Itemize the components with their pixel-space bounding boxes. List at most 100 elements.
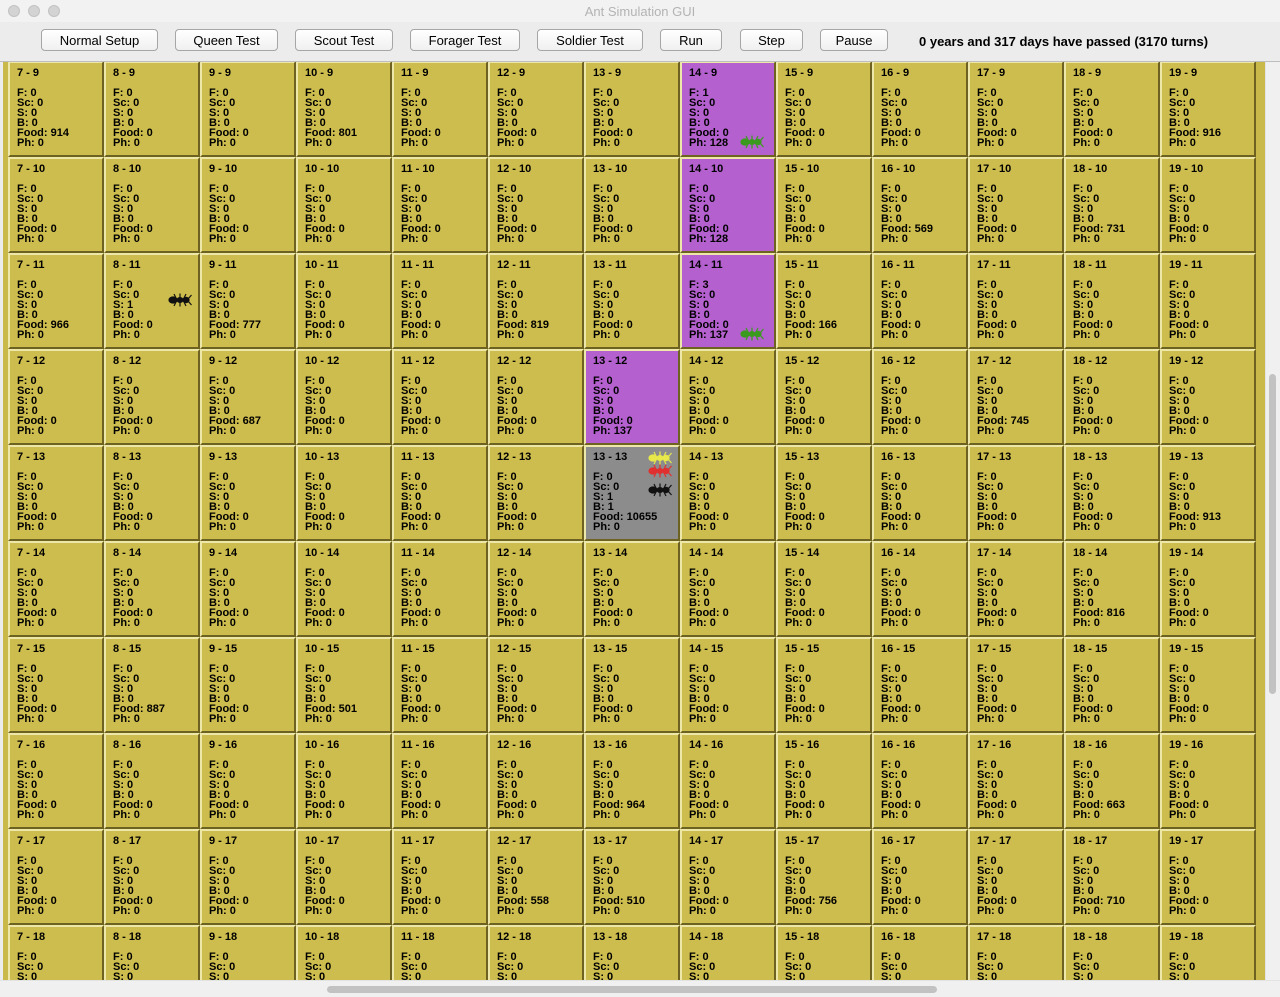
horizontal-scrollbar[interactable] [0,980,1280,997]
grid-cell[interactable]: 14 - 16 F: 0 Sc: 0 S: 0 B: 0 Food: 0 Ph: 0 [680,733,776,829]
grid-cell[interactable]: 12 - 12 F: 0 Sc: 0 S: 0 B: 0 Food: 0 Ph: 0 [488,349,584,445]
horizontal-scroll-thumb[interactable] [327,986,937,993]
grid-cell[interactable]: 10 - 15 F: 0 Sc: 0 S: 0 B: 0 Food: 501 Ph: 0 [296,637,392,733]
grid-cell[interactable]: 8 - 15 F: 0 Sc: 0 S: 0 B: 0 Food: 887 Ph: 0 [104,637,200,733]
grid-cell[interactable]: 11 - 9 F: 0 Sc: 0 S: 0 B: 0 Food: 0 Ph: 0 [392,62,488,157]
grid-cell[interactable]: 12 - 11 F: 0 Sc: 0 S: 0 B: 0 Food: 819 Ph: 0 [488,253,584,349]
grid-cell[interactable]: 9 - 11 F: 0 Sc: 0 S: 0 B: 0 Food: 777 Ph: 0 [200,253,296,349]
colony-grid[interactable]: 7 - 9 F: 0 Sc: 0 S: 0 B: 0 Food: 914 Ph: 08 - … [0,62,1265,980]
grid-cell[interactable]: 11 - 12 F: 0 Sc: 0 S: 0 B: 0 Food: 0 Ph: 0 [392,349,488,445]
grid-cell[interactable]: 14 - 18 F: 0 Sc: 0 S: 0 [680,925,776,980]
grid-cell[interactable]: 7 - 14 F: 0 Sc: 0 S: 0 B: 0 Food: 0 Ph: 0 [8,541,104,637]
grid-cell[interactable]: 16 - 10 F: 0 Sc: 0 S: 0 B: 0 Food: 569 Ph: 0 [872,157,968,253]
grid-cell[interactable]: 7 - 15 F: 0 Sc: 0 S: 0 B: 0 Food: 0 Ph: 0 [8,637,104,733]
grid-cell[interactable]: 8 - 13 F: 0 Sc: 0 S: 0 B: 0 Food: 0 Ph: 0 [104,445,200,541]
grid-cell[interactable]: 13 - 14 F: 0 Sc: 0 S: 0 B: 0 Food: 0 Ph: 0 [584,541,680,637]
grid-cell[interactable]: 9 - 15 F: 0 Sc: 0 S: 0 B: 0 Food: 0 Ph: 0 [200,637,296,733]
grid-cell[interactable]: 19 - 16 F: 0 Sc: 0 S: 0 B: 0 Food: 0 Ph: 0 [1160,733,1256,829]
grid-cell[interactable]: 8 - 16 F: 0 Sc: 0 S: 0 B: 0 Food: 0 Ph: 0 [104,733,200,829]
grid-cell[interactable]: 14 - 10 F: 0 Sc: 0 S: 0 B: 0 Food: 0 Ph: 128 [680,157,776,253]
grid-cell[interactable]: 14 - 9 F: 1 Sc: 0 S: 0 B: 0 Food: 0 Ph: 128 [680,62,776,157]
grid-cell[interactable]: 16 - 11 F: 0 Sc: 0 S: 0 B: 0 Food: 0 Ph: 0 [872,253,968,349]
grid-cell[interactable]: 17 - 12 F: 0 Sc: 0 S: 0 B: 0 Food: 745 Ph: 0 [968,349,1064,445]
grid-cell[interactable]: 16 - 16 F: 0 Sc: 0 S: 0 B: 0 Food: 0 Ph: 0 [872,733,968,829]
grid-cell[interactable]: 18 - 13 F: 0 Sc: 0 S: 0 B: 0 Food: 0 Ph: 0 [1064,445,1160,541]
grid-cell[interactable]: 13 - 15 F: 0 Sc: 0 S: 0 B: 0 Food: 0 Ph: 0 [584,637,680,733]
grid-cell[interactable]: 9 - 12 F: 0 Sc: 0 S: 0 B: 0 Food: 687 Ph: 0 [200,349,296,445]
grid-cell[interactable]: 17 - 13 F: 0 Sc: 0 S: 0 B: 0 Food: 0 Ph: 0 [968,445,1064,541]
grid-cell[interactable]: 19 - 15 F: 0 Sc: 0 S: 0 B: 0 Food: 0 Ph: 0 [1160,637,1256,733]
forager-test-button[interactable]: Forager Test [410,29,520,51]
step-button[interactable]: Step [740,29,803,51]
vertical-scrollbar[interactable] [1265,62,1280,980]
grid-cell[interactable]: 16 - 9 F: 0 Sc: 0 S: 0 B: 0 Food: 0 Ph: 0 [872,62,968,157]
grid-cell[interactable]: 8 - 18 F: 0 Sc: 0 S: 0 [104,925,200,980]
grid-cell[interactable]: 9 - 9 F: 0 Sc: 0 S: 0 B: 0 Food: 0 Ph: 0 [200,62,296,157]
grid-cell[interactable]: 8 - 12 F: 0 Sc: 0 S: 0 B: 0 Food: 0 Ph: 0 [104,349,200,445]
grid-cell[interactable]: 8 - 17 F: 0 Sc: 0 S: 0 B: 0 Food: 0 Ph: 0 [104,829,200,925]
scout-test-button[interactable]: Scout Test [295,29,393,51]
grid-cell[interactable]: 16 - 18 F: 0 Sc: 0 S: 0 [872,925,968,980]
grid-cell[interactable]: 16 - 17 F: 0 Sc: 0 S: 0 B: 0 Food: 0 Ph: 0 [872,829,968,925]
grid-cell[interactable]: 12 - 18 F: 0 Sc: 0 S: 0 [488,925,584,980]
grid-cell[interactable]: 15 - 9 F: 0 Sc: 0 S: 0 B: 0 Food: 0 Ph: 0 [776,62,872,157]
grid-cell[interactable]: 19 - 18 F: 0 Sc: 0 S: 0 [1160,925,1256,980]
queen-test-button[interactable]: Queen Test [175,29,278,51]
grid-cell[interactable]: 10 - 9 F: 0 Sc: 0 S: 0 B: 0 Food: 801 Ph: 0 [296,62,392,157]
grid-cell[interactable]: 11 - 11 F: 0 Sc: 0 S: 0 B: 0 Food: 0 Ph: 0 [392,253,488,349]
grid-cell[interactable]: 13 - 16 F: 0 Sc: 0 S: 0 B: 0 Food: 964 Ph: 0 [584,733,680,829]
grid-cell[interactable]: 15 - 16 F: 0 Sc: 0 S: 0 B: 0 Food: 0 Ph: 0 [776,733,872,829]
grid-cell[interactable]: 7 - 10 F: 0 Sc: 0 S: 0 B: 0 Food: 0 Ph: 0 [8,157,104,253]
soldier-test-button[interactable]: Soldier Test [537,29,643,51]
grid-cell[interactable]: 8 - 11 F: 0 Sc: 0 S: 1 B: 0 Food: 0 Ph: 0 [104,253,200,349]
grid-cell[interactable]: 15 - 14 F: 0 Sc: 0 S: 0 B: 0 Food: 0 Ph: 0 [776,541,872,637]
grid-cell[interactable]: 14 - 11 F: 3 Sc: 0 S: 0 B: 0 Food: 0 Ph: 137 [680,253,776,349]
grid-cell[interactable]: 7 - 17 F: 0 Sc: 0 S: 0 B: 0 Food: 0 Ph: 0 [8,829,104,925]
grid-cell[interactable]: 14 - 13 F: 0 Sc: 0 S: 0 B: 0 Food: 0 Ph: 0 [680,445,776,541]
grid-cell[interactable]: 19 - 17 F: 0 Sc: 0 S: 0 B: 0 Food: 0 Ph: 0 [1160,829,1256,925]
grid-cell[interactable]: 18 - 10 F: 0 Sc: 0 S: 0 B: 0 Food: 731 Ph: 0 [1064,157,1160,253]
normal-setup-button[interactable]: Normal Setup [41,29,158,51]
grid-cell[interactable]: 18 - 11 F: 0 Sc: 0 S: 0 B: 0 Food: 0 Ph: 0 [1064,253,1160,349]
vertical-scroll-thumb[interactable] [1269,374,1276,694]
grid-cell[interactable]: 16 - 15 F: 0 Sc: 0 S: 0 B: 0 Food: 0 Ph: 0 [872,637,968,733]
pause-button[interactable]: Pause [820,29,888,51]
grid-cell[interactable]: 7 - 18 F: 0 Sc: 0 S: 0 [8,925,104,980]
grid-cell[interactable]: 9 - 18 F: 0 Sc: 0 S: 0 [200,925,296,980]
grid-cell[interactable]: 8 - 14 F: 0 Sc: 0 S: 0 B: 0 Food: 0 Ph: 0 [104,541,200,637]
grid-cell[interactable]: 10 - 10 F: 0 Sc: 0 S: 0 B: 0 Food: 0 Ph: 0 [296,157,392,253]
grid-cell[interactable]: 13 - 9 F: 0 Sc: 0 S: 0 B: 0 Food: 0 Ph: 0 [584,62,680,157]
grid-cell[interactable]: 15 - 18 F: 0 Sc: 0 S: 0 [776,925,872,980]
grid-cell[interactable]: 9 - 17 F: 0 Sc: 0 S: 0 B: 0 Food: 0 Ph: 0 [200,829,296,925]
grid-cell[interactable]: 10 - 14 F: 0 Sc: 0 S: 0 B: 0 Food: 0 Ph: 0 [296,541,392,637]
grid-cell[interactable]: 11 - 16 F: 0 Sc: 0 S: 0 B: 0 Food: 0 Ph: 0 [392,733,488,829]
grid-cell[interactable]: 10 - 18 F: 0 Sc: 0 S: 0 [296,925,392,980]
grid-cell[interactable]: 15 - 15 F: 0 Sc: 0 S: 0 B: 0 Food: 0 Ph: 0 [776,637,872,733]
grid-cell[interactable]: 17 - 14 F: 0 Sc: 0 S: 0 B: 0 Food: 0 Ph: 0 [968,541,1064,637]
grid-cell[interactable]: 17 - 9 F: 0 Sc: 0 S: 0 B: 0 Food: 0 Ph: 0 [968,62,1064,157]
grid-cell[interactable]: 11 - 14 F: 0 Sc: 0 S: 0 B: 0 Food: 0 Ph: 0 [392,541,488,637]
grid-cell[interactable]: 19 - 9 F: 0 Sc: 0 S: 0 B: 0 Food: 916 Ph: 0 [1160,62,1256,157]
grid-cell[interactable]: 10 - 17 F: 0 Sc: 0 S: 0 B: 0 Food: 0 Ph: 0 [296,829,392,925]
grid-cell[interactable]: 8 - 9 F: 0 Sc: 0 S: 0 B: 0 Food: 0 Ph: 0 [104,62,200,157]
grid-cell[interactable]: 9 - 16 F: 0 Sc: 0 S: 0 B: 0 Food: 0 Ph: 0 [200,733,296,829]
grid-cell[interactable]: 13 - 18 F: 0 Sc: 0 S: 0 [584,925,680,980]
grid-cell[interactable]: 12 - 10 F: 0 Sc: 0 S: 0 B: 0 Food: 0 Ph: 0 [488,157,584,253]
grid-cell[interactable]: 11 - 15 F: 0 Sc: 0 S: 0 B: 0 Food: 0 Ph: 0 [392,637,488,733]
grid-cell[interactable]: 14 - 12 F: 0 Sc: 0 S: 0 B: 0 Food: 0 Ph: 0 [680,349,776,445]
grid-cell[interactable]: 19 - 14 F: 0 Sc: 0 S: 0 B: 0 Food: 0 Ph: 0 [1160,541,1256,637]
grid-cell[interactable]: 13 - 12 F: 0 Sc: 0 S: 0 B: 0 Food: 0 Ph: 137 [584,349,680,445]
grid-cell[interactable]: 19 - 13 F: 0 Sc: 0 S: 0 B: 0 Food: 913 Ph: 0 [1160,445,1256,541]
grid-cell[interactable]: 18 - 14 F: 0 Sc: 0 S: 0 B: 0 Food: 816 Ph: 0 [1064,541,1160,637]
grid-cell[interactable]: 17 - 15 F: 0 Sc: 0 S: 0 B: 0 Food: 0 Ph: 0 [968,637,1064,733]
grid-cell[interactable]: 17 - 11 F: 0 Sc: 0 S: 0 B: 0 Food: 0 Ph: 0 [968,253,1064,349]
grid-cell[interactable]: 11 - 10 F: 0 Sc: 0 S: 0 B: 0 Food: 0 Ph: 0 [392,157,488,253]
grid-cell[interactable]: 13 - 10 F: 0 Sc: 0 S: 0 B: 0 Food: 0 Ph: 0 [584,157,680,253]
grid-cell[interactable]: 9 - 13 F: 0 Sc: 0 S: 0 B: 0 Food: 0 Ph: 0 [200,445,296,541]
grid-cell[interactable]: 9 - 14 F: 0 Sc: 0 S: 0 B: 0 Food: 0 Ph: 0 [200,541,296,637]
grid-cell[interactable]: 7 - 11 F: 0 Sc: 0 S: 0 B: 0 Food: 966 Ph: 0 [8,253,104,349]
grid-cell[interactable]: 13 - 13 F: 0 Sc: 0 S: 1 B: 1 Food: 10655 Ph: 0 [584,445,680,541]
grid-cell[interactable]: 17 - 10 F: 0 Sc: 0 S: 0 B: 0 Food: 0 Ph: 0 [968,157,1064,253]
grid-cell[interactable]: 18 - 17 F: 0 Sc: 0 S: 0 B: 0 Food: 710 Ph: 0 [1064,829,1160,925]
grid-cell[interactable]: 7 - 12 F: 0 Sc: 0 S: 0 B: 0 Food: 0 Ph: 0 [8,349,104,445]
